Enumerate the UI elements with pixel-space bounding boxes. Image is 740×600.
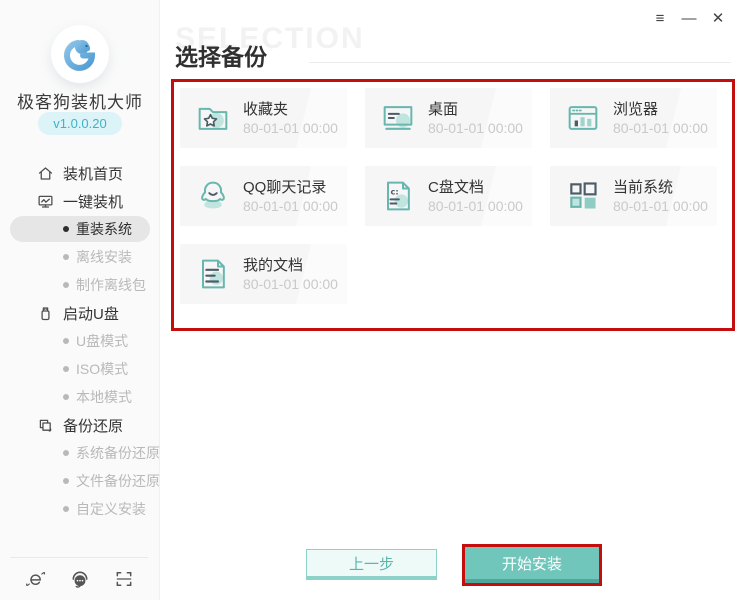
sidebar-item[interactable]: 系统备份还原 [0, 439, 160, 467]
previous-step-button[interactable]: 上一步 [306, 549, 437, 580]
menu-icon[interactable]: ≡ [652, 10, 668, 28]
backup-card[interactable]: 当前系统 80-01-01 00:00 [550, 166, 717, 226]
backup-card-date: 80-01-01 00:00 [428, 197, 523, 215]
sidebar-item[interactable]: 装机首页 [0, 159, 160, 187]
backup-card-label: 收藏夹 [243, 100, 338, 119]
sidebar-item[interactable]: 自定义安装 [0, 495, 160, 523]
sidebar-nav: 装机首页 一键装机 重装系统 离线安装 制作离线包 启动U盘 U盘模式 ISO模… [0, 159, 160, 523]
bullet-icon [63, 478, 69, 484]
sidebar-item[interactable]: 备份还原 [0, 411, 160, 439]
backup-card-date: 80-01-01 00:00 [428, 119, 523, 137]
backup-card-label: QQ聊天记录 [243, 178, 338, 197]
sidebar-item[interactable]: 文件备份还原 [0, 467, 160, 495]
close-icon[interactable]: ✕ [710, 10, 726, 28]
my-documents-icon [193, 254, 233, 294]
usb-icon [37, 305, 54, 322]
ie-browser-icon[interactable] [26, 569, 46, 589]
sidebar-item[interactable]: U盘模式 [0, 327, 160, 355]
backup-card[interactable]: 收藏夹 80-01-01 00:00 [180, 88, 347, 148]
backup-card[interactable]: 浏览器 80-01-01 00:00 [550, 88, 717, 148]
sidebar-item[interactable]: 离线安装 [0, 243, 160, 271]
desktop-icon [378, 98, 418, 138]
backup-card-date: 80-01-01 00:00 [613, 197, 708, 215]
backup-card-date: 80-01-01 00:00 [243, 275, 338, 293]
backup-card-label: 桌面 [428, 100, 523, 119]
sidebar-divider [10, 557, 148, 558]
bullet-icon [63, 282, 69, 288]
app-title: 极客狗装机大师 [0, 88, 160, 113]
qr-scan-icon[interactable] [114, 569, 134, 589]
start-install-button[interactable]: 开始安装 [465, 547, 599, 583]
backup-card-label: C盘文档 [428, 178, 523, 197]
home-icon [37, 165, 54, 182]
app-window: 极客狗装机大师 v1.0.0.20 装机首页 一键装机 重装系统 离线安装 制作… [0, 0, 740, 600]
bullet-icon [63, 254, 69, 260]
sidebar-item[interactable]: 启动U盘 [0, 299, 160, 327]
main-panel: ≡ — ✕ SELECTION 选择备份 收藏夹 80-01-01 00:00 … [161, 0, 740, 600]
start-install-highlight: 开始安装 [462, 544, 602, 586]
current-system-icon [563, 176, 603, 216]
backup-card[interactable]: QQ聊天记录 80-01-01 00:00 [180, 166, 347, 226]
browser-icon [563, 98, 603, 138]
bullet-icon [63, 226, 69, 232]
app-logo [51, 25, 109, 83]
qq-icon [193, 176, 233, 216]
bullet-icon [63, 394, 69, 400]
sidebar-footer [0, 566, 160, 592]
folder-star-icon [193, 98, 233, 138]
customer-service-icon[interactable] [70, 569, 90, 589]
c-drive-doc-icon [378, 176, 418, 216]
page-title: 选择备份 [175, 38, 267, 72]
backup-card[interactable]: C盘文档 80-01-01 00:00 [365, 166, 532, 226]
sidebar: 极客狗装机大师 v1.0.0.20 装机首页 一键装机 重装系统 离线安装 制作… [0, 0, 160, 600]
backup-card[interactable]: 桌面 80-01-01 00:00 [365, 88, 532, 148]
backup-card-label: 当前系统 [613, 178, 708, 197]
backup-card-label: 我的文档 [243, 256, 338, 275]
backup-card-date: 80-01-01 00:00 [243, 197, 338, 215]
bullet-icon [63, 506, 69, 512]
backup-card[interactable]: 我的文档 80-01-01 00:00 [180, 244, 347, 304]
backup-card-date: 80-01-01 00:00 [243, 119, 338, 137]
sidebar-item[interactable]: 制作离线包 [0, 271, 160, 299]
backup-card-label: 浏览器 [613, 100, 708, 119]
bullet-icon [63, 366, 69, 372]
minimize-icon[interactable]: — [681, 10, 697, 28]
sidebar-item[interactable]: 一键装机 [0, 187, 160, 215]
restore-icon [37, 417, 54, 434]
sidebar-item[interactable]: 本地模式 [0, 383, 160, 411]
version-badge: v1.0.0.20 [38, 112, 122, 135]
sidebar-item[interactable]: ISO模式 [0, 355, 160, 383]
monitor-icon [37, 193, 54, 210]
dog-g-logo-icon [60, 34, 100, 74]
title-divider [309, 62, 731, 63]
bullet-icon [63, 338, 69, 344]
window-controls: ≡ — ✕ [652, 10, 726, 28]
sidebar-item[interactable]: 重装系统 [0, 215, 160, 243]
bullet-icon [63, 450, 69, 456]
backup-card-date: 80-01-01 00:00 [613, 119, 708, 137]
backup-selection-highlight: 收藏夹 80-01-01 00:00 桌面 80-01-01 00:00 浏览器… [171, 79, 735, 331]
